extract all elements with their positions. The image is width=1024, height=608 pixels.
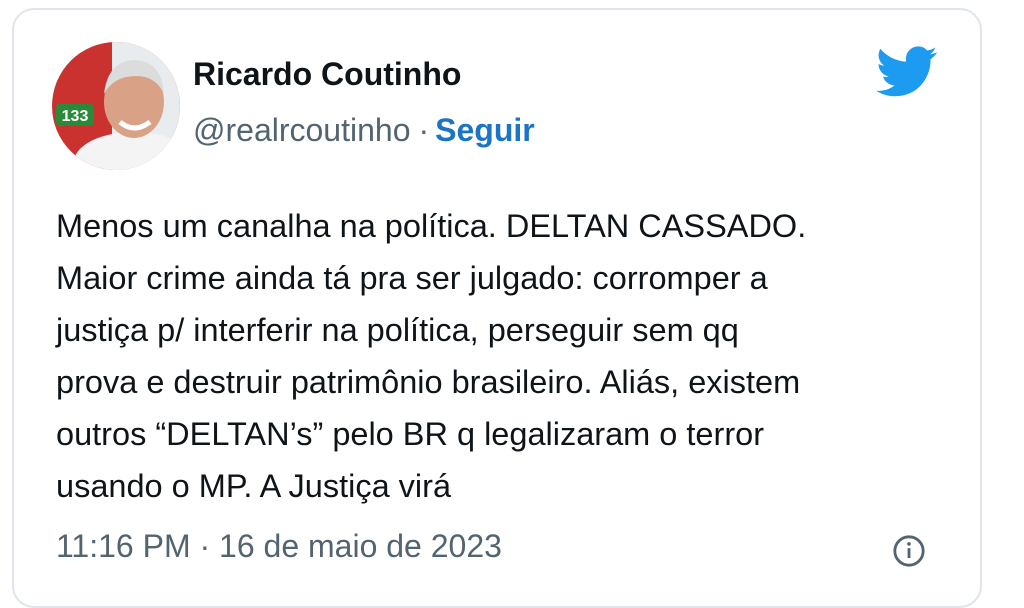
- tweet-timestamp[interactable]: 11:16 PM · 16 de maio de 2023: [56, 528, 502, 565]
- author-handle[interactable]: @realrcoutinho: [193, 112, 410, 148]
- author-handle-row: @realrcoutinho · Seguir: [193, 112, 535, 149]
- avatar-badge-number: 133: [62, 108, 89, 125]
- avatar-photo: 133: [52, 42, 180, 170]
- info-icon[interactable]: [892, 534, 926, 568]
- author-name[interactable]: Ricardo Coutinho: [193, 56, 461, 93]
- separator: ·: [418, 112, 430, 148]
- twitter-bird-icon[interactable]: [876, 46, 938, 98]
- follow-button[interactable]: Seguir: [435, 112, 535, 148]
- tweet-text: Menos um canalha na política. DELTAN CAS…: [56, 208, 807, 504]
- avatar[interactable]: 133: [52, 42, 180, 170]
